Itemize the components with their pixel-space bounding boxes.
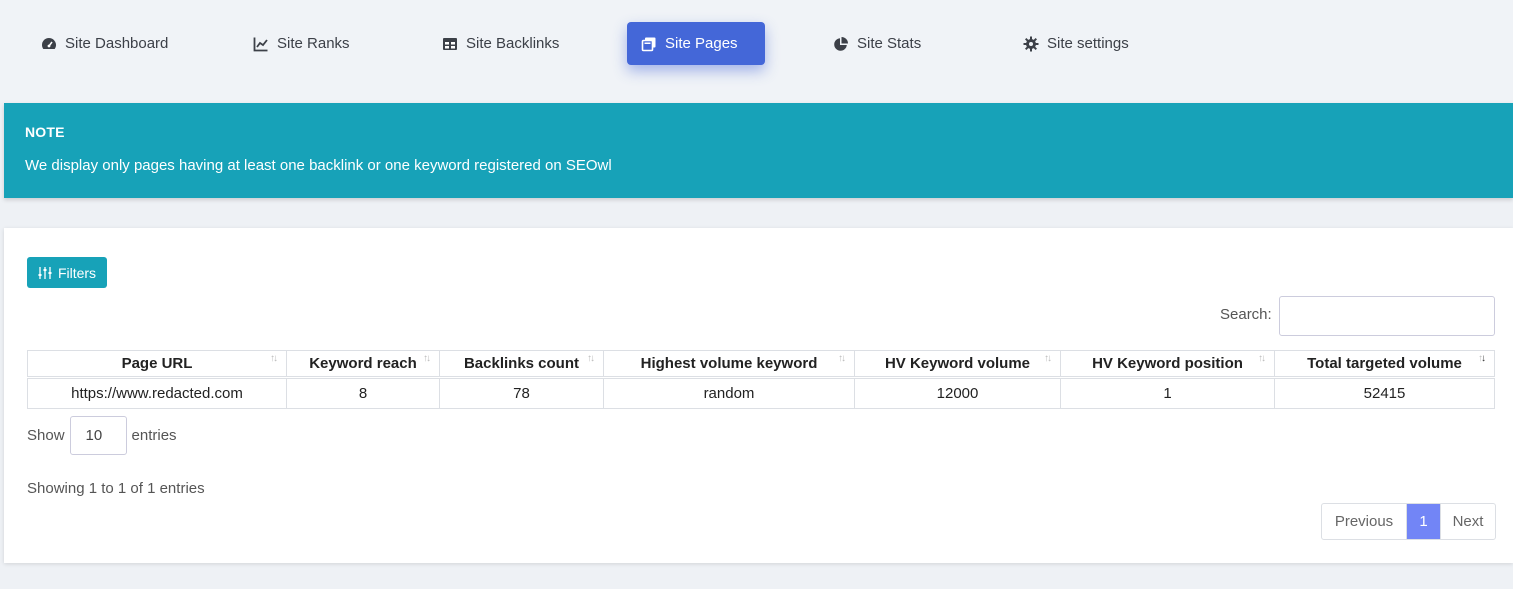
nav-site-dashboard[interactable]: Site Dashboard (27, 22, 181, 65)
pie-chart-icon (832, 35, 850, 53)
sort-icon: ↑↓ (838, 353, 846, 364)
col-backlinks-count[interactable]: Backlinks count ↑↓ (439, 350, 604, 379)
note-banner: NOTE We display only pages having at lea… (4, 103, 1513, 198)
nav-site-settings[interactable]: Site settings (1009, 22, 1142, 65)
nav-label: Site Dashboard (65, 35, 169, 52)
column-label: HV Keyword position (1092, 355, 1243, 372)
col-total-targeted-volume[interactable]: Total targeted volume ↑↓ (1274, 350, 1495, 379)
cell-keyword-reach: 8 (286, 377, 440, 409)
sliders-icon (38, 266, 52, 280)
column-label: Total targeted volume (1307, 355, 1462, 372)
pagination: Previous 1 Next (1321, 503, 1496, 540)
nav-label: Site Ranks (277, 35, 350, 52)
col-hv-keyword-position[interactable]: HV Keyword position ↑↓ (1060, 350, 1275, 379)
nav-site-ranks[interactable]: Site Ranks (239, 22, 363, 65)
sort-icon: ↑↓ (1044, 353, 1052, 364)
cell-page-url: https://www.redacted.com (27, 377, 287, 409)
cell-hv-keyword-position: 1 (1060, 377, 1275, 409)
note-text: We display only pages having at least on… (25, 157, 612, 174)
table-row: https://www.redacted.com 8 78 random 120… (27, 377, 1495, 409)
col-highest-volume-keyword[interactable]: Highest volume keyword ↑↓ (603, 350, 855, 379)
site-nav: Site Dashboard Site Ranks Site Backlinks… (0, 0, 1513, 100)
next-page-button[interactable]: Next (1440, 504, 1495, 539)
page-length-control: Show 10 entries (27, 416, 177, 455)
nav-label: Site Stats (857, 35, 922, 52)
page-length-select[interactable]: 10 (69, 416, 127, 455)
nav-label: Site Pages (665, 35, 738, 52)
col-hv-keyword-volume[interactable]: HV Keyword volume ↑↓ (854, 350, 1061, 379)
nav-site-backlinks[interactable]: Site Backlinks (428, 22, 572, 65)
column-label: Page URL (121, 355, 193, 372)
search-label: Search: (1220, 306, 1272, 323)
filters-button[interactable]: Filters (27, 257, 107, 288)
table-icon (441, 35, 459, 53)
gear-icon (1022, 35, 1040, 53)
gauge-icon (40, 35, 58, 53)
pages-card: Filters Search: Page URL ↑↓ Keyword reach… (4, 228, 1513, 563)
col-page-url[interactable]: Page URL ↑↓ (27, 350, 287, 379)
table-header-row: Page URL ↑↓ Keyword reach ↑↓ Backlinks cou… (27, 350, 1495, 379)
sort-icon: ↑↓ (1258, 353, 1266, 364)
column-label: Highest volume keyword (640, 355, 818, 372)
column-label: HV Keyword volume (884, 355, 1031, 372)
previous-page-button[interactable]: Previous (1322, 504, 1407, 539)
filters-label: Filters (57, 264, 97, 281)
column-label: Keyword reach (309, 355, 417, 372)
search-input[interactable] (1279, 296, 1495, 336)
cell-hv-keyword-volume: 12000 (854, 377, 1061, 409)
show-label: Show (27, 427, 65, 444)
nav-label: Site settings (1047, 35, 1129, 52)
line-chart-icon (252, 35, 270, 53)
nav-label: Site Backlinks (466, 35, 560, 52)
entries-label: entries (131, 427, 177, 444)
page-1-button[interactable]: 1 (1407, 504, 1440, 539)
col-keyword-reach[interactable]: Keyword reach ↑↓ (286, 350, 440, 379)
column-label: Backlinks count (463, 355, 580, 372)
sort-icon: ↑↓ (270, 353, 278, 364)
cell-total-targeted-volume: 52415 (1274, 377, 1495, 409)
copy-pages-icon (640, 35, 658, 53)
sort-icon: ↑↓ (423, 353, 431, 364)
pages-table: Page URL ↑↓ Keyword reach ↑↓ Backlinks cou… (27, 350, 1495, 409)
sort-icon: ↑↓ (587, 353, 595, 364)
nav-site-pages[interactable]: Site Pages (627, 22, 765, 65)
cell-backlinks-count: 78 (439, 377, 604, 409)
sort-desc-icon: ↑↓ (1478, 353, 1486, 364)
note-title: NOTE (25, 124, 65, 140)
nav-site-stats[interactable]: Site Stats (819, 22, 934, 65)
cell-highest-volume-keyword: random (603, 377, 855, 409)
table-info: Showing 1 to 1 of 1 entries (27, 480, 205, 497)
